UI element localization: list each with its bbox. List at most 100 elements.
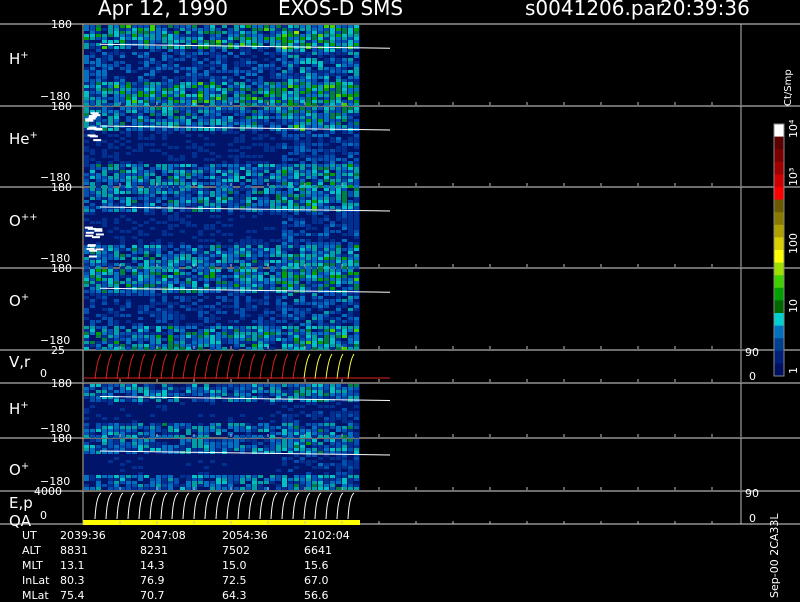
spectrogram-cell xyxy=(342,37,347,40)
spectrogram-cell xyxy=(234,188,239,191)
spectrogram-cell xyxy=(288,49,293,52)
spectrogram-cell xyxy=(246,423,251,426)
spectrogram-cell xyxy=(210,239,215,242)
spectrogram-cell xyxy=(354,487,359,490)
spectrogram-cell xyxy=(132,484,137,487)
velocity-curve xyxy=(304,354,310,379)
spectrogram-cell xyxy=(132,423,137,426)
spectrogram-cell xyxy=(318,233,323,236)
spectrogram-cell xyxy=(180,91,185,94)
spectrogram-cell xyxy=(336,463,341,466)
spectrogram-cell xyxy=(324,179,329,182)
spectrogram-cell xyxy=(120,191,125,194)
spectrogram-cell xyxy=(288,236,293,239)
spectrogram-cell xyxy=(294,460,299,463)
spectrogram-cell xyxy=(282,107,287,110)
spectrogram-cell xyxy=(348,439,353,442)
spectrogram-cell xyxy=(354,432,359,435)
spectrogram-cell xyxy=(156,131,161,134)
spectrogram-cell xyxy=(336,116,341,119)
spectrogram-cell xyxy=(138,25,143,28)
spectrogram-cell xyxy=(102,67,107,70)
spectrogram-cell xyxy=(318,299,323,302)
spectrogram-cell xyxy=(168,176,173,179)
spectrogram-cell xyxy=(228,341,233,344)
spectrogram-cell xyxy=(126,70,131,73)
spectrogram-cell xyxy=(252,97,257,100)
spectrogram-cell xyxy=(330,224,335,227)
spectrogram-cell xyxy=(354,233,359,236)
spectrogram-cell xyxy=(198,260,203,263)
spectrogram-cell xyxy=(342,179,347,182)
spectrogram-cell xyxy=(258,281,263,284)
spectrogram-cell xyxy=(132,103,137,106)
spectrogram-cell xyxy=(216,176,221,179)
spectrogram-cell xyxy=(354,320,359,323)
spectrogram-cell xyxy=(348,97,353,100)
spectrogram-cell xyxy=(138,161,143,164)
spectrogram-cell xyxy=(192,429,197,432)
spectrogram-cell xyxy=(342,107,347,110)
spectrogram-cell xyxy=(96,341,101,344)
spectrogram-cell xyxy=(354,97,359,100)
spectrogram-cell xyxy=(222,484,227,487)
spectrogram-cell xyxy=(258,113,263,116)
spectrogram-cell xyxy=(324,405,329,408)
spectrogram-cell xyxy=(138,37,143,40)
spectrogram-cell xyxy=(84,103,89,106)
spectrogram-cell xyxy=(204,332,209,335)
spectrogram-cell xyxy=(84,73,89,76)
spectrogram-cell xyxy=(144,335,149,338)
spectrogram-cell xyxy=(342,320,347,323)
spectrogram-cell xyxy=(282,161,287,164)
spectrogram-cell xyxy=(318,423,323,426)
spectrogram-cell xyxy=(192,448,197,451)
spectrogram-cell xyxy=(228,76,233,79)
spectrogram-cell xyxy=(180,487,185,490)
spectrogram-cell xyxy=(324,475,329,478)
spectrogram-cell xyxy=(252,119,257,122)
spectrogram-cell xyxy=(252,269,257,272)
spectrogram-cell xyxy=(198,257,203,260)
spectrogram-cell xyxy=(216,97,221,100)
spectrogram-cell xyxy=(240,248,245,251)
spectrogram-cell xyxy=(240,423,245,426)
spectrogram-cell xyxy=(318,245,323,248)
spectrogram-cell xyxy=(354,25,359,28)
spectrogram-cell xyxy=(252,197,257,200)
spectrogram-cell xyxy=(312,332,317,335)
spectrogram-cell xyxy=(120,110,125,113)
spectrogram-cell xyxy=(102,275,107,278)
spectrogram-cell xyxy=(228,335,233,338)
spectrogram-cell xyxy=(288,67,293,70)
spectrogram-cell xyxy=(228,426,233,429)
spectrogram-cell xyxy=(246,257,251,260)
spectrogram-cell xyxy=(138,426,143,429)
spectrogram-cell xyxy=(198,254,203,257)
spectrogram-cell xyxy=(318,384,323,387)
spectrogram-cell xyxy=(324,293,329,296)
spectrogram-cell xyxy=(204,484,209,487)
spectrogram-cell xyxy=(114,85,119,88)
spectrogram-cell xyxy=(174,28,179,31)
spectrogram-cell xyxy=(84,448,89,451)
spectrogram-cell xyxy=(318,338,323,341)
spectrogram-cell xyxy=(126,40,131,43)
spectrogram-cell xyxy=(324,76,329,79)
spectrogram-cell xyxy=(318,137,323,140)
spectrogram-cell xyxy=(114,332,119,335)
spectrogram-cell xyxy=(120,326,125,329)
spectrogram-cell xyxy=(120,263,125,266)
spectrogram-cell xyxy=(318,429,323,432)
spectrogram-cell xyxy=(120,103,125,106)
energy-curve xyxy=(161,493,167,519)
spectrogram-cell xyxy=(354,182,359,185)
spectrogram-cell xyxy=(240,239,245,242)
spectrogram-cell xyxy=(312,73,317,76)
spectrogram-cell xyxy=(168,116,173,119)
spectrogram-cell xyxy=(144,110,149,113)
spectrogram-cell xyxy=(204,305,209,308)
spectrogram-cell xyxy=(84,390,89,393)
spectrogram-cell xyxy=(126,448,131,451)
spectrogram-cell xyxy=(90,85,95,88)
